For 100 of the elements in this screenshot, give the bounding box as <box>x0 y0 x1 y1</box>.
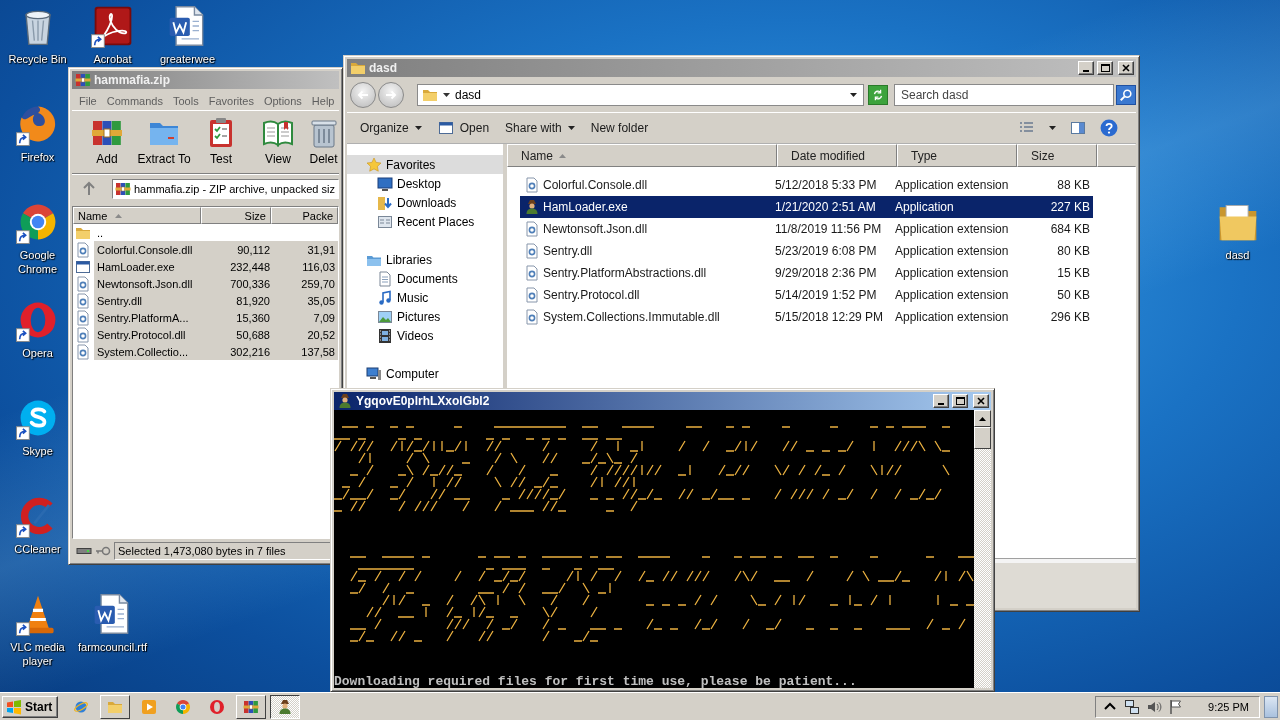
nav-item[interactable]: Libraries <box>347 250 503 269</box>
minimize-button[interactable] <box>1078 61 1094 75</box>
table-cell-text: 7,09 <box>312 311 336 324</box>
nav-item[interactable]: Music <box>347 288 503 307</box>
maximize-button[interactable] <box>1097 61 1113 75</box>
menu-item[interactable]: Tools <box>168 94 204 107</box>
path-field[interactable]: hammafia.zip - ZIP archive, unpacked siz <box>112 178 339 199</box>
nav-item[interactable]: Recent Places <box>347 212 503 231</box>
file-row[interactable]: Newtonsoft.Json.dll 11/8/2019 11:56 PM Application extension 684 KB <box>520 218 1093 240</box>
file-name: Sentry.PlatformAbstractions.dll <box>543 266 707 280</box>
table-cell-text: 700,336 <box>229 277 271 290</box>
file-row[interactable]: Sentry.dll 5/23/2019 6:08 PM Application extension 80 KB <box>520 240 1093 262</box>
nav-item[interactable]: Downloads <box>347 193 503 212</box>
command-button[interactable]: New folder <box>585 116 654 140</box>
toolbar-button[interactable]: Test <box>194 115 248 168</box>
file-row[interactable]: HamLoader.exe 232,448 116,03 <box>73 258 338 275</box>
desktop-icon-label[interactable]: farmcouncil.rtf <box>77 640 148 654</box>
gear-file-icon <box>75 241 91 258</box>
column-header[interactable]: Name <box>73 207 201 224</box>
table-cell-text: 259,70 <box>300 277 336 290</box>
toolbar-button[interactable]: Delet <box>308 115 339 168</box>
column-header[interactable]: Date modified <box>777 144 897 167</box>
window-title: dasd <box>369 61 397 75</box>
dropdown-arrow-icon <box>1049 126 1056 130</box>
nav-item[interactable]: Documents <box>347 269 503 288</box>
command-button[interactable]: Open <box>432 116 495 140</box>
person-icon <box>524 199 540 215</box>
column-header[interactable]: Packe <box>271 207 338 224</box>
search-button[interactable] <box>1116 84 1136 105</box>
gear-file-icon <box>524 265 540 281</box>
menu-item[interactable]: File <box>74 94 102 107</box>
menu-item[interactable]: Options <box>258 94 307 107</box>
minimize-button[interactable] <box>933 394 949 408</box>
scrollbar-track[interactable] <box>974 410 991 688</box>
command-button[interactable]: Organize <box>355 116 427 140</box>
menu-item[interactable]: Help <box>306 94 340 107</box>
nav-item[interactable]: Videos <box>347 326 503 345</box>
forward-button[interactable] <box>378 81 404 108</box>
table-cell-text: 50 KB <box>1056 288 1091 302</box>
table-cell-text: 1/21/2020 2:51 AM <box>775 200 877 214</box>
desktop-icon-label[interactable]: CCleaner <box>14 542 61 556</box>
start-button[interactable]: Start <box>2 695 59 718</box>
dropdown-arrow-icon[interactable] <box>850 92 857 97</box>
desktop-icon-label[interactable]: Acrobat <box>93 52 132 66</box>
toolbar-button[interactable]: Extract To <box>137 115 191 168</box>
column-header[interactable]: Name <box>507 144 777 167</box>
menu-item[interactable]: Commands <box>101 94 168 107</box>
address-bar[interactable]: dasd <box>417 83 864 106</box>
column-header[interactable]: Size <box>1017 144 1097 167</box>
search-field[interactable]: Search dasd <box>894 83 1114 106</box>
file-row[interactable]: Colorful.Console.dll 5/12/2018 5:33 PM Application extension 88 KB <box>520 174 1093 196</box>
desktop-icon-label[interactable]: Firefox <box>20 150 55 164</box>
file-row[interactable]: System.Collections.Immutable.dll 5/15/2018 12:29 PM Application extension 296 KB <box>520 306 1093 328</box>
file-row[interactable]: Sentry.PlatformAbstractions.dll 9/29/2018 2:36 PM Application extension 15 KB <box>520 262 1093 284</box>
column-header[interactable]: Size <box>201 207 271 224</box>
left-arrow-icon <box>357 89 369 100</box>
chrome-icon <box>175 698 192 715</box>
nav-item[interactable]: Computer <box>347 364 503 383</box>
search-icon <box>1119 87 1133 102</box>
file-name: Colorful.Console.dll <box>543 178 648 192</box>
window-icon <box>437 120 454 136</box>
nav-item[interactable]: Favorites <box>347 155 503 174</box>
desktop-icon-label[interactable]: greaterwee <box>159 52 215 66</box>
desktop-icon-label[interactable]: Google Chrome <box>6 248 69 276</box>
gear-file-icon <box>75 292 91 309</box>
up-arrow-icon <box>81 180 97 197</box>
desktop-icon-label[interactable]: dasd <box>1225 248 1250 262</box>
file-row[interactable]: .. <box>73 224 338 241</box>
desktop-icon-label[interactable]: Recycle Bin <box>8 52 67 66</box>
gear-file-icon <box>524 243 540 259</box>
table-cell-text: 232,448 <box>229 260 271 273</box>
close-button[interactable] <box>1118 61 1134 75</box>
file-row[interactable]: Sentry.Protocol.dll 5/14/2019 1:52 PM Application extension 50 KB <box>520 284 1093 306</box>
table-cell-text: System.Collectio... <box>96 345 190 358</box>
desktop-icon-label[interactable]: VLC media player <box>6 640 69 668</box>
refresh-button[interactable] <box>868 84 888 105</box>
scroll-up-button[interactable] <box>974 410 991 427</box>
scrollbar-thumb[interactable] <box>974 427 991 449</box>
desktop-icon-label[interactable]: Skype <box>22 444 53 458</box>
desktop-icon-label[interactable]: Opera <box>22 346 53 360</box>
command-button[interactable]: Share with <box>500 116 580 140</box>
nav-item[interactable]: Desktop <box>347 174 503 193</box>
table-cell-text: Application <box>895 200 955 214</box>
column-header[interactable]: Type <box>897 144 1017 167</box>
clock[interactable]: 9:25 PM <box>1208 700 1249 713</box>
maximize-button[interactable] <box>952 394 968 408</box>
file-row[interactable]: HamLoader.exe 1/21/2020 2:51 AM Application 227 KB <box>520 196 1093 218</box>
nav-item[interactable]: Pictures <box>347 307 503 326</box>
sort-arrow-icon <box>559 153 566 158</box>
menu-item[interactable]: Favorites <box>203 94 259 107</box>
network-icon[interactable] <box>1124 698 1141 715</box>
close-button[interactable] <box>973 394 989 408</box>
back-button[interactable] <box>350 81 376 108</box>
table-cell-text: Application extension <box>895 244 1010 258</box>
toolbar-button[interactable]: Add <box>80 115 134 168</box>
breadcrumb-item[interactable]: dasd <box>455 87 482 102</box>
table-cell-text: Sentry.Protocol.dll <box>96 328 187 341</box>
taskbar-button[interactable] <box>270 694 301 719</box>
table-cell-text: Application extension <box>895 222 1010 236</box>
toolbar-button[interactable]: View <box>251 115 305 168</box>
